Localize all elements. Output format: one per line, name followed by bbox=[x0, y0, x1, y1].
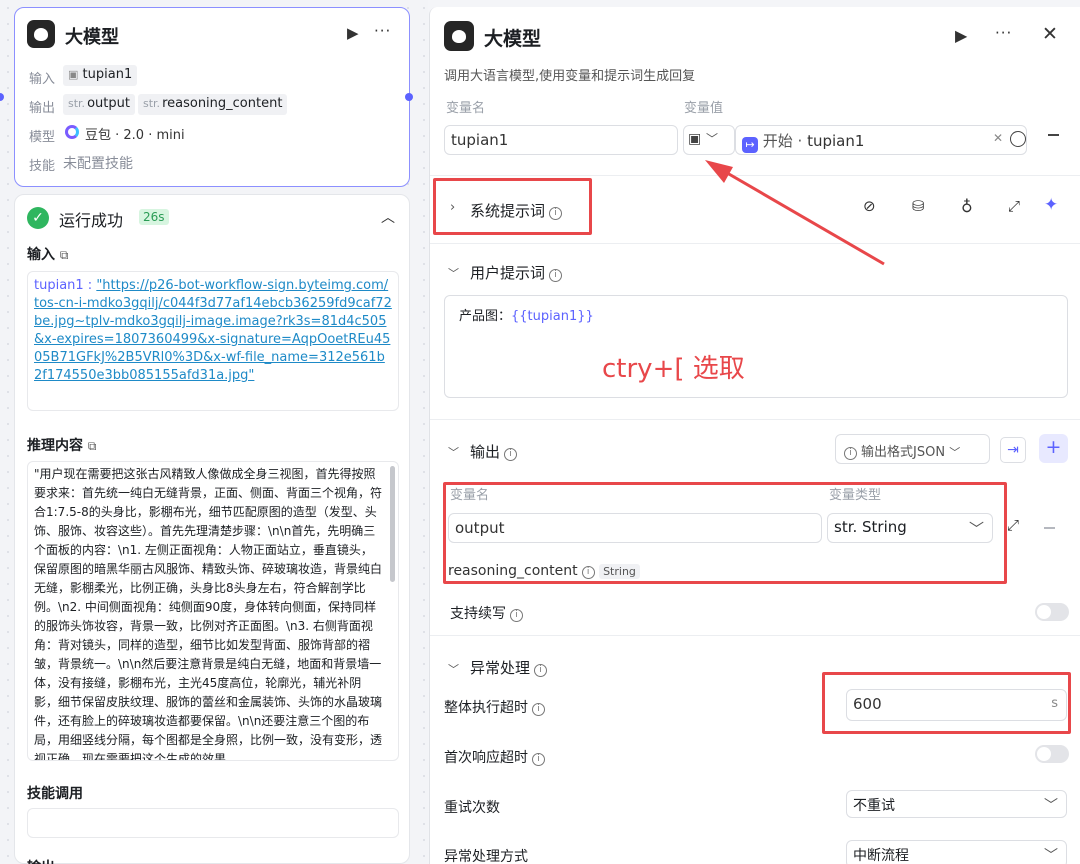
remove-output-icon[interactable] bbox=[1044, 527, 1055, 529]
divider bbox=[430, 419, 1080, 420]
var-name-header: 变量名 bbox=[446, 101, 486, 116]
node-output-chip-2: str. reasoning_content bbox=[138, 94, 288, 115]
var-value-input[interactable]: ↦ 开始 · tupian1 ✕ bbox=[735, 125, 1027, 155]
chevron-down-icon: ﹀ bbox=[949, 446, 961, 459]
node-input-var: tupian1 bbox=[82, 67, 133, 82]
user-prompt-text: 产品图： bbox=[459, 309, 512, 324]
llm-node-card[interactable]: 大模型 ▶ ··· 输入 ▣ tupian1 输出 str. output str… bbox=[14, 7, 410, 187]
node-skills-value: 未配置技能 bbox=[63, 156, 133, 172]
input-section-title: 输入 ⧉ bbox=[27, 247, 69, 263]
annotation-box-output bbox=[443, 482, 1007, 584]
copy-icon[interactable]: ⧉ bbox=[60, 248, 69, 262]
node-output-port[interactable] bbox=[405, 93, 413, 101]
add-output-button[interactable]: + bbox=[1039, 434, 1068, 463]
success-icon: ✓ bbox=[27, 207, 49, 229]
var-name-input[interactable]: tupian1 bbox=[444, 125, 678, 155]
node-input-chip: ▣ tupian1 bbox=[63, 65, 138, 86]
library-icon[interactable]: ⛁ bbox=[912, 199, 925, 214]
node-model-value: 豆包 · 2.0 · mini bbox=[85, 128, 185, 143]
divider bbox=[430, 243, 1080, 244]
skills-section-title: 技能调用 bbox=[27, 786, 83, 802]
node-model-label: 模型 bbox=[29, 130, 56, 145]
chevron-down-icon: ﹀ bbox=[706, 132, 719, 146]
start-node-icon: ↦ bbox=[742, 137, 758, 153]
image-icon: ▣ bbox=[68, 68, 79, 81]
var-value-header: 变量值 bbox=[684, 101, 724, 116]
node-skills-label: 技能 bbox=[29, 159, 56, 174]
continue-writing-label: 支持续写 i bbox=[450, 603, 523, 623]
chevron-down-icon: ﹀ bbox=[1044, 798, 1058, 814]
collapse-icon[interactable]: ﹀ bbox=[448, 265, 459, 281]
var-ref-prefix: 开始 · bbox=[762, 132, 808, 150]
exception-handling-label: 异常处理方式 bbox=[444, 849, 528, 864]
reasoning-text: "用户现在需要把这张古风精致人像做成全身三视图，首先得按照要求来：首先统一纯白无… bbox=[34, 467, 383, 761]
more-icon[interactable]: ··· bbox=[374, 24, 391, 39]
chevron-down-icon: ﹀ bbox=[1044, 848, 1058, 864]
divider bbox=[430, 175, 1080, 176]
doubao-icon bbox=[65, 125, 79, 139]
output-label: 输出 i bbox=[470, 441, 518, 462]
more-icon[interactable]: ··· bbox=[995, 26, 1012, 41]
input-box: tupian1 : "https://p26-bot-workflow-sign… bbox=[27, 271, 399, 411]
remove-var-icon[interactable] bbox=[1048, 134, 1059, 136]
config-panel: 大模型 ▶ ··· ✕ 调用大语言模型,使用变量和提示词生成回复 变量名 变量值… bbox=[429, 7, 1080, 864]
duration-badge: 26s bbox=[139, 209, 169, 225]
target-icon[interactable] bbox=[1010, 131, 1026, 147]
lightbulb-icon[interactable]: ♁ bbox=[961, 199, 973, 215]
input-key: tupian1 : bbox=[34, 278, 97, 293]
close-icon[interactable]: ✕ bbox=[1042, 25, 1058, 44]
exception-label: 异常处理 i bbox=[470, 657, 548, 678]
import-icon[interactable]: ⇥ bbox=[1000, 437, 1026, 463]
ai-sparkle-icon[interactable]: ✦ bbox=[1044, 197, 1058, 214]
node-title: 大模型 bbox=[65, 27, 119, 48]
compass-icon[interactable]: ⊘ bbox=[863, 199, 876, 214]
collapse-icon[interactable]: ﹀ bbox=[448, 444, 459, 460]
reasoning-box[interactable]: "用户现在需要把这张古风精致人像做成全身三视图，首先得按照要求来：首先统一纯白无… bbox=[27, 461, 399, 761]
first-response-label: 首次响应超时 i bbox=[444, 747, 545, 767]
divider bbox=[430, 635, 1080, 636]
skills-box bbox=[27, 808, 399, 838]
user-prompt-var: {{tupian1}} bbox=[511, 309, 594, 324]
exception-handling-select[interactable]: 中断流程 ﹀ bbox=[846, 840, 1067, 864]
annotation-box-system-prompt bbox=[433, 178, 592, 235]
continue-writing-toggle[interactable] bbox=[1035, 603, 1069, 621]
timeout-label: 整体执行超时 i bbox=[444, 697, 545, 717]
run-result-card: ✓ 运行成功 26s ︿ 输入 ⧉ tupian1 : "https://p26… bbox=[14, 194, 410, 864]
collapse-icon[interactable]: ﹀ bbox=[448, 661, 459, 677]
clear-icon[interactable]: ✕ bbox=[993, 131, 1003, 145]
run-icon[interactable]: ▶ bbox=[955, 28, 967, 44]
reasoning-section-title: 推理内容 ⧉ bbox=[27, 438, 97, 454]
user-prompt-editor[interactable]: 产品图：{{tupian1}} bbox=[444, 295, 1068, 398]
collapse-icon[interactable]: ︿ bbox=[381, 207, 395, 227]
retry-label: 重试次数 bbox=[444, 800, 500, 816]
retry-select[interactable]: 不重试 ﹀ bbox=[846, 790, 1067, 818]
panel-title: 大模型 bbox=[484, 28, 542, 50]
first-response-toggle[interactable] bbox=[1035, 745, 1069, 763]
output-section-title: 输出 bbox=[27, 857, 55, 864]
output-format-select[interactable]: i 输出格式JSON ﹀ bbox=[835, 434, 990, 464]
user-prompt-label: 用户提示词 i bbox=[470, 262, 563, 283]
annotation-text: ctry+[ 选取 bbox=[602, 354, 745, 384]
var-ref-name: tupian1 bbox=[807, 132, 865, 150]
panel-logo-icon bbox=[444, 21, 474, 51]
run-icon[interactable]: ▶ bbox=[347, 26, 359, 41]
node-output-label: 输出 bbox=[29, 101, 56, 116]
input-url-link[interactable]: "https://p26-bot-workflow-sign.byteimg.c… bbox=[34, 278, 392, 383]
panel-description: 调用大语言模型,使用变量和提示词生成回复 bbox=[444, 69, 696, 84]
node-logo-icon bbox=[27, 20, 55, 48]
run-status: 运行成功 bbox=[59, 211, 124, 230]
image-icon: ▣ bbox=[688, 131, 702, 147]
expand-view-icon[interactable]: ⤢ bbox=[1007, 518, 1019, 533]
copy-icon[interactable]: ⧉ bbox=[88, 439, 97, 453]
node-input-label: 输入 bbox=[29, 72, 56, 87]
annotation-box-timeout bbox=[822, 672, 1071, 734]
var-type-selector[interactable]: ▣ ﹀ bbox=[683, 125, 735, 155]
expand-view-icon[interactable]: ⤢ bbox=[1008, 199, 1020, 214]
node-output-chip-1: str. output bbox=[63, 94, 135, 115]
reasoning-scrollbar[interactable] bbox=[390, 466, 395, 582]
